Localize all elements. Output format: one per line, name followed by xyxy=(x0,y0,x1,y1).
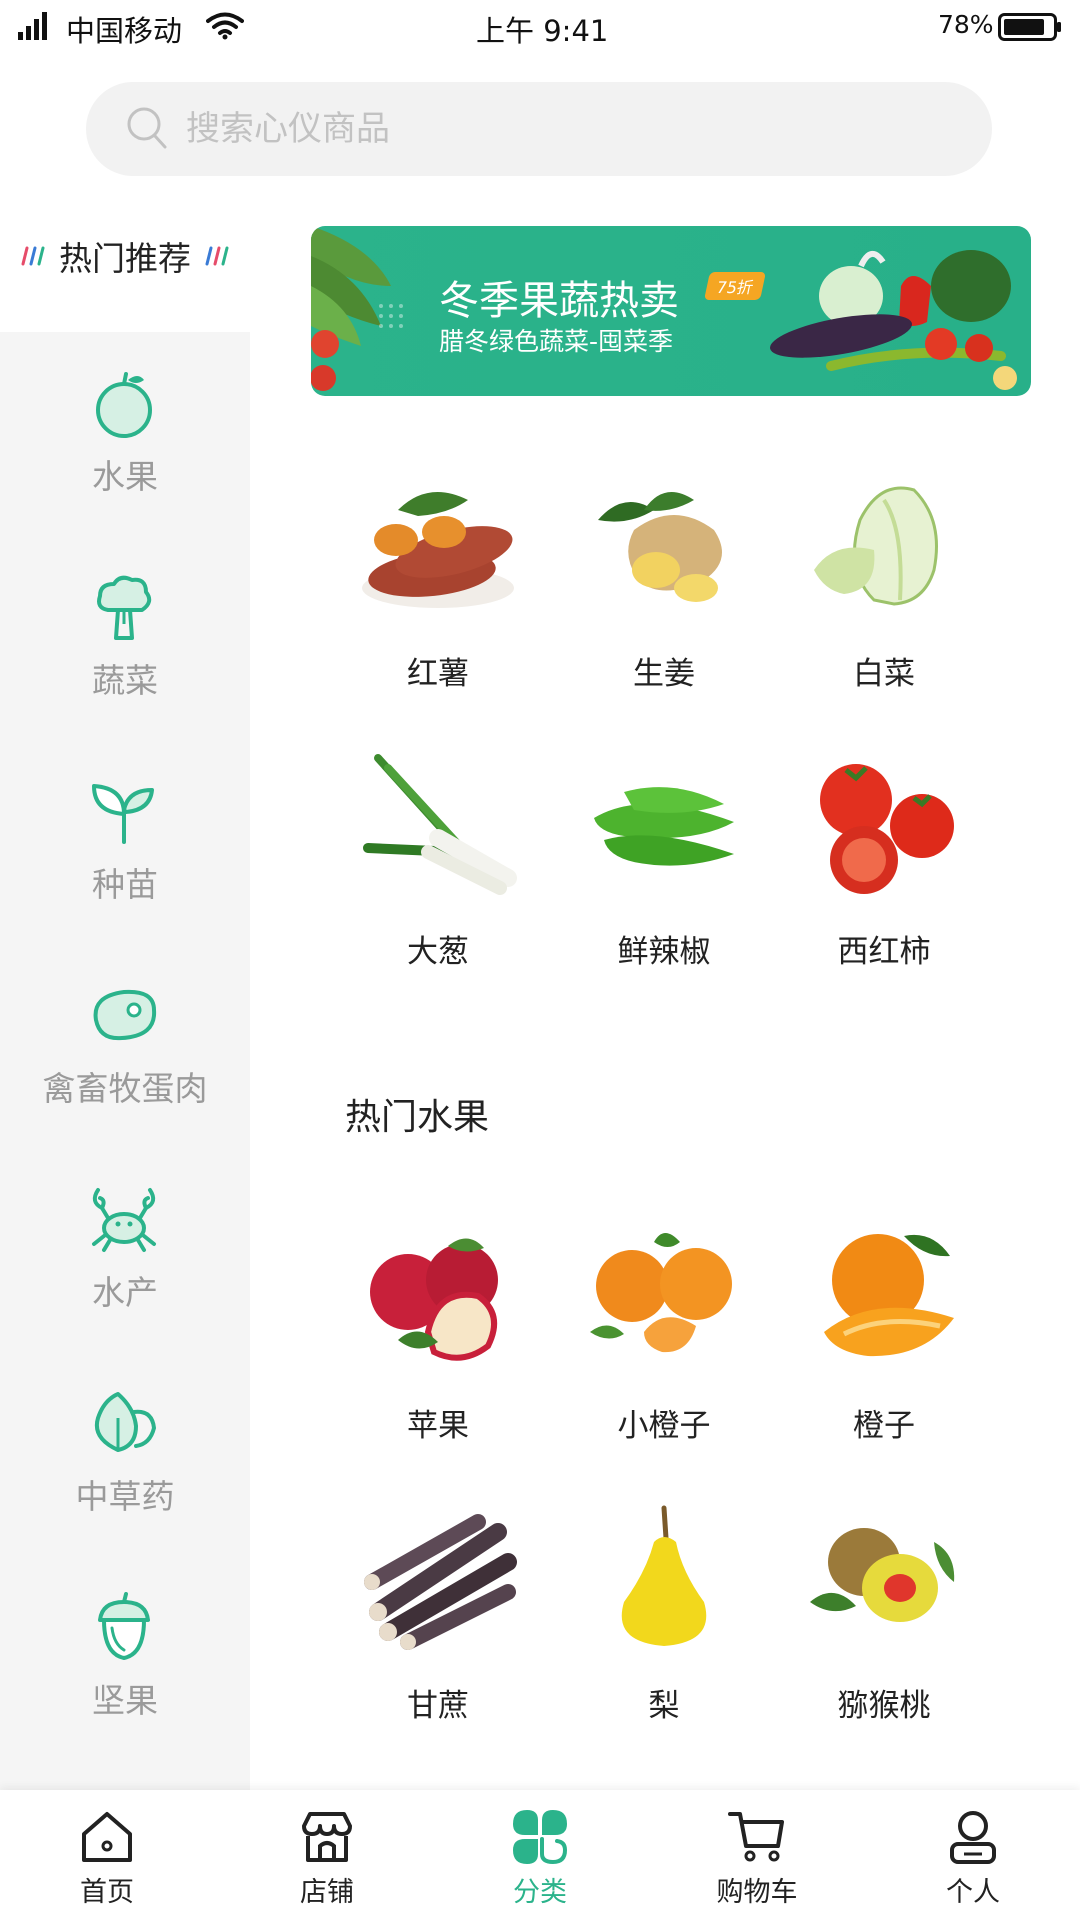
product-name: 甘蔗 xyxy=(407,1688,469,1724)
sidebar-item-nut[interactable]: 坚果 xyxy=(0,1592,250,1752)
tab-home[interactable]: 首页 xyxy=(32,1790,182,1920)
sidebar-header: 热门推荐 xyxy=(0,232,250,282)
category-icon xyxy=(513,1810,568,1865)
product-name: 苹果 xyxy=(407,1408,469,1444)
home-icon xyxy=(82,1812,132,1862)
vegetables-image xyxy=(770,250,1017,390)
product-tomato[interactable]: 西红柿 xyxy=(784,748,984,988)
sidebar-item-fruit[interactable]: 水果 xyxy=(0,368,250,528)
product-name: 西红柿 xyxy=(837,934,931,970)
wifi-icon xyxy=(206,12,244,40)
sidebar-item-label: 种苗 xyxy=(92,865,158,904)
mandarin-image xyxy=(590,1233,732,1353)
tab-label: 店铺 xyxy=(300,1877,354,1908)
search-input[interactable] xyxy=(186,82,946,176)
promo-banner[interactable]: 冬季果蔬热卖 75折 腊冬绿色蔬菜-囤菜季 xyxy=(311,226,1031,396)
banner-title: 冬季果蔬热卖 xyxy=(439,278,679,324)
leaf-icon xyxy=(95,1392,157,1452)
product-mandarin[interactable]: 小橙子 xyxy=(564,1222,764,1462)
decoration-icon xyxy=(21,246,45,266)
leaves-image xyxy=(311,226,403,391)
tomato-image xyxy=(820,764,954,894)
product-green-pepper[interactable]: 鲜辣椒 xyxy=(564,748,764,988)
ginger-image xyxy=(598,492,722,602)
tab-label: 个人 xyxy=(946,1877,1000,1908)
decoration-icon xyxy=(205,246,229,266)
product-name: 生姜 xyxy=(633,656,695,692)
product-sugarcane[interactable]: 甘蔗 xyxy=(338,1502,538,1742)
sidebar-header-title: 热门推荐 xyxy=(59,239,191,278)
apple-icon xyxy=(96,372,152,438)
battery-icon xyxy=(998,13,1061,41)
category-sidebar: 水果 蔬菜 种苗 禽畜牧蛋肉 水产 中草药 坚果 xyxy=(0,332,250,1790)
sidebar-item-label: 禽畜牧蛋肉 xyxy=(42,1069,208,1108)
store-icon xyxy=(302,1812,352,1862)
product-cabbage[interactable]: 白菜 xyxy=(784,470,984,710)
cart-icon xyxy=(728,1812,784,1862)
sidebar-item-label: 水产 xyxy=(92,1273,158,1312)
product-name: 鲜辣椒 xyxy=(617,934,711,970)
product-scallion[interactable]: 大葱 xyxy=(338,748,538,988)
orange-image xyxy=(824,1234,954,1357)
battery-percentage: 78% xyxy=(938,10,994,39)
scallion-image xyxy=(363,754,517,895)
sidebar-item-meat[interactable]: 禽畜牧蛋肉 xyxy=(0,980,250,1140)
tab-label: 购物车 xyxy=(716,1877,798,1908)
sweet-potato-image xyxy=(362,492,514,608)
product-apple[interactable]: 苹果 xyxy=(338,1222,538,1462)
sidebar-item-seedling[interactable]: 种苗 xyxy=(0,776,250,936)
profile-icon xyxy=(950,1811,996,1864)
tab-store[interactable]: 店铺 xyxy=(252,1790,402,1920)
green-pepper-image xyxy=(594,787,734,866)
sidebar-item-seafood[interactable]: 水产 xyxy=(0,1184,250,1344)
sidebar-item-label: 蔬菜 xyxy=(92,661,158,700)
sprout-icon xyxy=(92,784,154,844)
product-orange[interactable]: 橙子 xyxy=(784,1222,984,1462)
sugarcane-image xyxy=(364,1514,517,1650)
search-bar[interactable] xyxy=(86,82,992,176)
banner-subtitle: 腊冬绿色蔬菜-囤菜季 xyxy=(439,327,674,356)
product-name: 白菜 xyxy=(853,656,915,692)
product-name: 橙子 xyxy=(853,1408,915,1444)
product-kiwi[interactable]: 猕猴桃 xyxy=(784,1502,984,1742)
sidebar-item-label: 坚果 xyxy=(92,1681,158,1720)
acorn-icon xyxy=(98,1592,150,1660)
product-name: 梨 xyxy=(648,1688,680,1724)
sidebar-item-label: 水果 xyxy=(92,457,158,496)
tab-bar: 首页 店铺 分类 购物车 个人 xyxy=(0,1790,1080,1920)
signal-icon xyxy=(18,12,47,40)
section-title: 热门水果 xyxy=(345,1097,490,1138)
tab-label: 首页 xyxy=(80,1877,134,1908)
tab-profile[interactable]: 个人 xyxy=(898,1790,1048,1920)
sidebar-item-label: 中草药 xyxy=(75,1477,175,1516)
tab-label: 分类 xyxy=(513,1877,567,1908)
product-pear[interactable]: 梨 xyxy=(564,1502,764,1742)
kiwi-image xyxy=(810,1528,955,1622)
product-sweet-potato[interactable]: 红薯 xyxy=(338,470,538,710)
product-name: 红薯 xyxy=(407,656,469,692)
product-name: 大葱 xyxy=(407,934,469,970)
sidebar-item-vegetable[interactable]: 蔬菜 xyxy=(0,572,250,732)
meat-icon xyxy=(93,989,157,1041)
carrier-name: 中国移动 xyxy=(66,14,183,48)
sidebar-item-herb[interactable]: 中草药 xyxy=(0,1388,250,1548)
status-bar: 中国移动 上午 9:41 78% xyxy=(0,0,1080,56)
product-name: 小橙子 xyxy=(617,1408,711,1444)
crab-icon xyxy=(92,1188,156,1252)
pear-image xyxy=(621,1505,707,1646)
broccoli-icon xyxy=(97,575,152,640)
cabbage-image xyxy=(814,486,938,606)
product-name: 猕猴桃 xyxy=(837,1688,931,1724)
apple-image xyxy=(370,1238,498,1361)
tab-cart[interactable]: 购物车 xyxy=(682,1790,832,1920)
tab-category[interactable]: 分类 xyxy=(465,1790,615,1920)
status-time: 上午 9:41 xyxy=(476,14,609,48)
search-icon xyxy=(127,107,167,149)
product-ginger[interactable]: 生姜 xyxy=(564,470,764,710)
